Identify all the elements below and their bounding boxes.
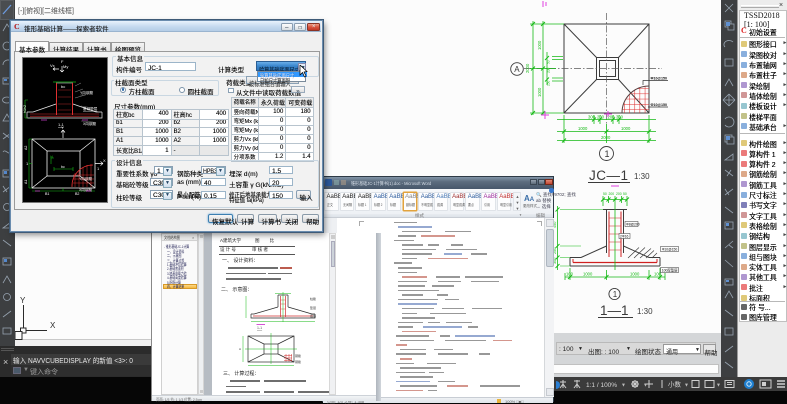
- svg-text:1000: 1000: [630, 272, 640, 277]
- svg-text:My: My: [63, 64, 68, 69]
- svg-text:bc: bc: [61, 165, 65, 169]
- svg-text:1:30: 1:30: [637, 307, 653, 316]
- svg-text:B2: B2: [75, 192, 79, 196]
- svg-text:2000: 2000: [525, 63, 530, 73]
- svg-text:bc: bc: [61, 84, 65, 89]
- svg-text:Vx: Vx: [50, 63, 55, 68]
- svg-text:50: 50: [547, 60, 551, 64]
- svg-text:B1: B1: [45, 192, 49, 196]
- svg-text:小数: 小数: [668, 380, 682, 389]
- svg-text:垫层: 垫层: [310, 305, 316, 310]
- svg-text:1: 1: [613, 290, 618, 299]
- svg-text:▼: ▼: [716, 383, 721, 389]
- svg-text:X: X: [50, 321, 56, 330]
- svg-text:钢筋: 钢筋: [295, 353, 301, 358]
- svg-text:A1: A1: [24, 180, 28, 184]
- svg-text:50: 50: [623, 192, 627, 196]
- svg-text:1: 1: [97, 166, 100, 171]
- svg-text:柱筋: 柱筋: [310, 296, 316, 301]
- svg-text:1:1 / 100%: 1:1 / 100%: [586, 382, 617, 389]
- svg-text:1000: 1000: [583, 272, 593, 277]
- svg-text:A: A: [239, 347, 241, 351]
- svg-text:1: 1: [26, 161, 29, 166]
- svg-text:底筋: 底筋: [310, 313, 316, 318]
- svg-text:Φ8@200: Φ8@200: [626, 223, 640, 227]
- svg-text:Y向钢筋: Y向钢筋: [80, 90, 94, 95]
- svg-text:Φ10@150: Φ10@150: [662, 248, 678, 252]
- svg-text:100厚垫层: 100厚垫层: [662, 268, 678, 273]
- svg-text:▼: ▼: [684, 383, 689, 389]
- svg-text:X: X: [103, 158, 106, 163]
- svg-text:1:30: 1:30: [634, 172, 650, 181]
- svg-text:200: 200: [547, 67, 551, 73]
- svg-text:▼: ▼: [643, 383, 648, 389]
- svg-text:JC—1: JC—1: [589, 168, 629, 183]
- svg-text:Y: Y: [20, 296, 26, 305]
- svg-text:▼: ▼: [621, 383, 626, 389]
- svg-text:ld: ld: [50, 155, 53, 159]
- svg-text:1-1: 1-1: [257, 326, 262, 330]
- svg-text:2000: 2000: [601, 135, 611, 140]
- svg-text:Φ10@150: Φ10@150: [651, 103, 667, 107]
- svg-text:A: A: [514, 65, 520, 74]
- svg-text:钢筋: 钢筋: [295, 359, 301, 364]
- svg-text:Φ10@150: Φ10@150: [651, 77, 667, 81]
- svg-text:1: 1: [605, 149, 610, 159]
- svg-text:1—1: 1—1: [600, 303, 629, 318]
- svg-text:1000: 1000: [621, 126, 631, 131]
- svg-text:50: 50: [603, 192, 607, 196]
- svg-text:2Φ16: 2Φ16: [620, 235, 628, 239]
- svg-text:200: 200: [609, 192, 615, 196]
- svg-text:Y: Y: [61, 125, 64, 130]
- svg-text:100: 100: [566, 272, 574, 277]
- svg-text:h1h2: h1h2: [23, 105, 27, 113]
- svg-text:200: 200: [616, 192, 622, 196]
- svg-text:1000: 1000: [537, 87, 542, 97]
- svg-text:Y向钢筋: Y向钢筋: [79, 176, 93, 181]
- svg-text:250: 250: [547, 80, 551, 86]
- svg-text:A2: A2: [24, 146, 28, 150]
- svg-text:1000: 1000: [578, 126, 588, 131]
- svg-text:1000: 1000: [537, 40, 542, 50]
